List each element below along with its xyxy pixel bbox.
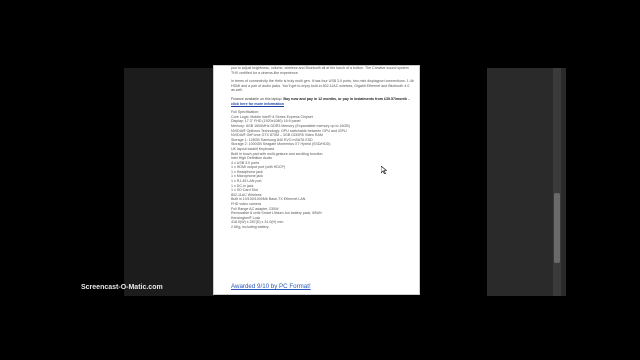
finance-info-link[interactable]: click here for more information xyxy=(231,102,284,106)
review-content: you to adjust brightness, volume, wirele… xyxy=(231,66,414,230)
mouse-cursor-icon xyxy=(381,166,387,174)
finance-separator: – xyxy=(406,96,410,101)
spec-line: 2.6Kg, including battery xyxy=(231,225,269,229)
page-scrollbar[interactable] xyxy=(553,68,561,296)
recorder-watermark: Screencast-O-Matic.com xyxy=(81,284,163,291)
intro-paragraph: you to adjust brightness, volume, wirele… xyxy=(231,66,409,75)
connectivity-paragraph: In terms of connectivity the Helix is tr… xyxy=(231,79,414,93)
scrollbar-thumb[interactable] xyxy=(554,193,560,263)
browser-left-margin xyxy=(124,68,214,296)
finance-paragraph: Finance available on this laptop: Buy no… xyxy=(231,97,414,106)
product-review-page: you to adjust brightness, volume, wirele… xyxy=(214,66,419,294)
finance-offer: Buy now and pay in 12 months, or pay in … xyxy=(283,96,407,101)
finance-prefix: Finance available on this laptop: xyxy=(231,96,284,101)
award-link[interactable]: Awarded 9/10 by PC Format! xyxy=(231,283,311,290)
